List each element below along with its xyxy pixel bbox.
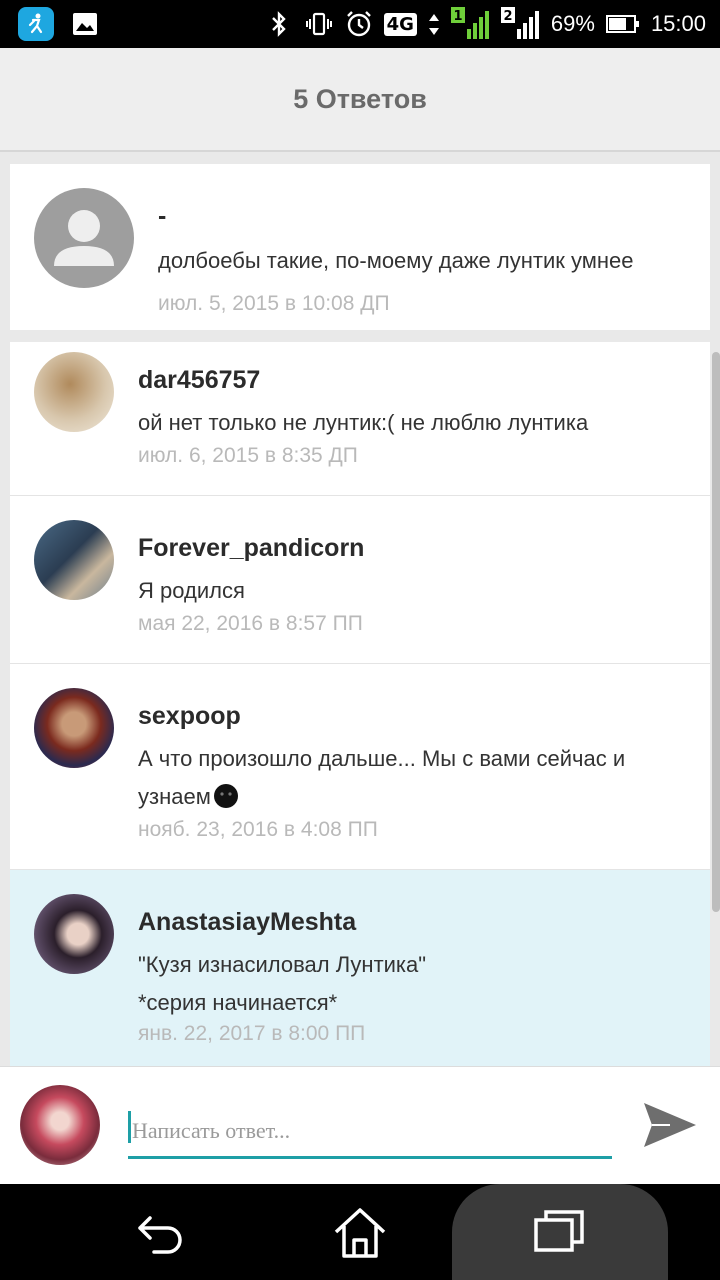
reply-text-line2: *серия начинается* — [138, 990, 338, 1015]
moon-face-emoji-icon — [213, 784, 238, 808]
signal-sim2-icon: 2 — [500, 7, 539, 39]
reply-input-bar — [0, 1066, 720, 1184]
comment-date: июл. 5, 2015 в 10:08 ДП — [158, 292, 390, 315]
reply-username[interactable]: Forever_pandicorn — [138, 534, 364, 563]
reply-text-line1: А что произошло дальше... Мы с вами сейч… — [138, 746, 626, 771]
header: 5 Ответов — [0, 48, 720, 152]
reply-text-word: узнаем — [138, 784, 211, 809]
reply-item[interactable]: sexpoop А что произошло дальше... Мы с в… — [10, 664, 710, 870]
data-arrows-icon — [428, 14, 439, 35]
fitness-app-icon — [18, 7, 54, 41]
scrollbar[interactable] — [712, 352, 720, 912]
clock: 15:00 — [650, 11, 706, 36]
bluetooth-icon — [271, 11, 286, 37]
replies-list: dar456757 ой нет только не лунтик:( не л… — [10, 342, 710, 1066]
recents-icon[interactable] — [530, 1204, 590, 1260]
comment-username[interactable]: - — [158, 202, 166, 231]
gallery-icon — [73, 13, 97, 35]
my-avatar[interactable] — [20, 1085, 100, 1165]
replies-thread[interactable]: - долбоебы такие, по-моему даже лунтик у… — [0, 152, 720, 1066]
reply-item[interactable]: Forever_pandicorn Я родился мая 22, 2016… — [10, 496, 710, 664]
reply-text: ой нет только не лунтик:( не люблю лунти… — [138, 410, 589, 435]
page-title: 5 Ответов — [293, 83, 427, 114]
text-cursor — [128, 1111, 131, 1143]
reply-item[interactable]: dar456757 ой нет только не лунтик:( не л… — [10, 342, 710, 496]
root-comment[interactable]: - долбоебы такие, по-моему даже лунтик у… — [10, 164, 710, 330]
status-bar: 4G 1 2 69% 15:00 — [0, 0, 720, 48]
reply-text-line2: узнаем — [138, 778, 239, 816]
reply-date: мая 22, 2016 в 8:57 ПП — [138, 612, 363, 635]
reply-text-line1: "Кузя изнасиловал Лунтика" — [138, 952, 427, 977]
alarm-icon — [346, 11, 371, 37]
reply-text: Я родился — [138, 578, 245, 603]
reply-input[interactable] — [128, 1105, 612, 1159]
default-avatar-icon[interactable] — [34, 188, 134, 288]
reply-username[interactable]: AnastasiayMeshta — [138, 908, 356, 937]
girl-avatar[interactable] — [34, 894, 114, 974]
battery-icon — [605, 15, 639, 33]
navigation-bar — [0, 1184, 720, 1280]
man-avatar[interactable] — [34, 688, 114, 768]
reply-username[interactable]: dar456757 — [138, 366, 260, 395]
back-icon[interactable] — [130, 1204, 190, 1260]
sim1-label: 1 — [453, 9, 462, 24]
sim2-label: 2 — [503, 9, 512, 24]
vibrate-icon — [305, 12, 332, 36]
reply-item-highlighted[interactable]: AnastasiayMeshta "Кузя изнасиловал Лунти… — [10, 870, 710, 1066]
chipmunk-avatar[interactable] — [34, 352, 114, 432]
send-icon[interactable] — [640, 1097, 700, 1153]
battery-percent: 69% — [550, 11, 595, 36]
comment-text: долбоебы такие, по-моему даже лунтик умн… — [158, 248, 634, 273]
reply-date: июл. 6, 2015 в 8:35 ДП — [138, 444, 358, 467]
signal-sim1-icon: 1 — [450, 7, 489, 39]
network-type-label: 4G — [383, 12, 417, 36]
reply-date: янв. 22, 2017 в 8:00 ПП — [138, 1022, 366, 1045]
home-icon[interactable] — [330, 1204, 390, 1260]
reply-date: нояб. 23, 2016 в 4:08 ПП — [138, 818, 378, 841]
reply-username[interactable]: sexpoop — [138, 702, 241, 731]
couple-avatar[interactable] — [34, 520, 114, 600]
